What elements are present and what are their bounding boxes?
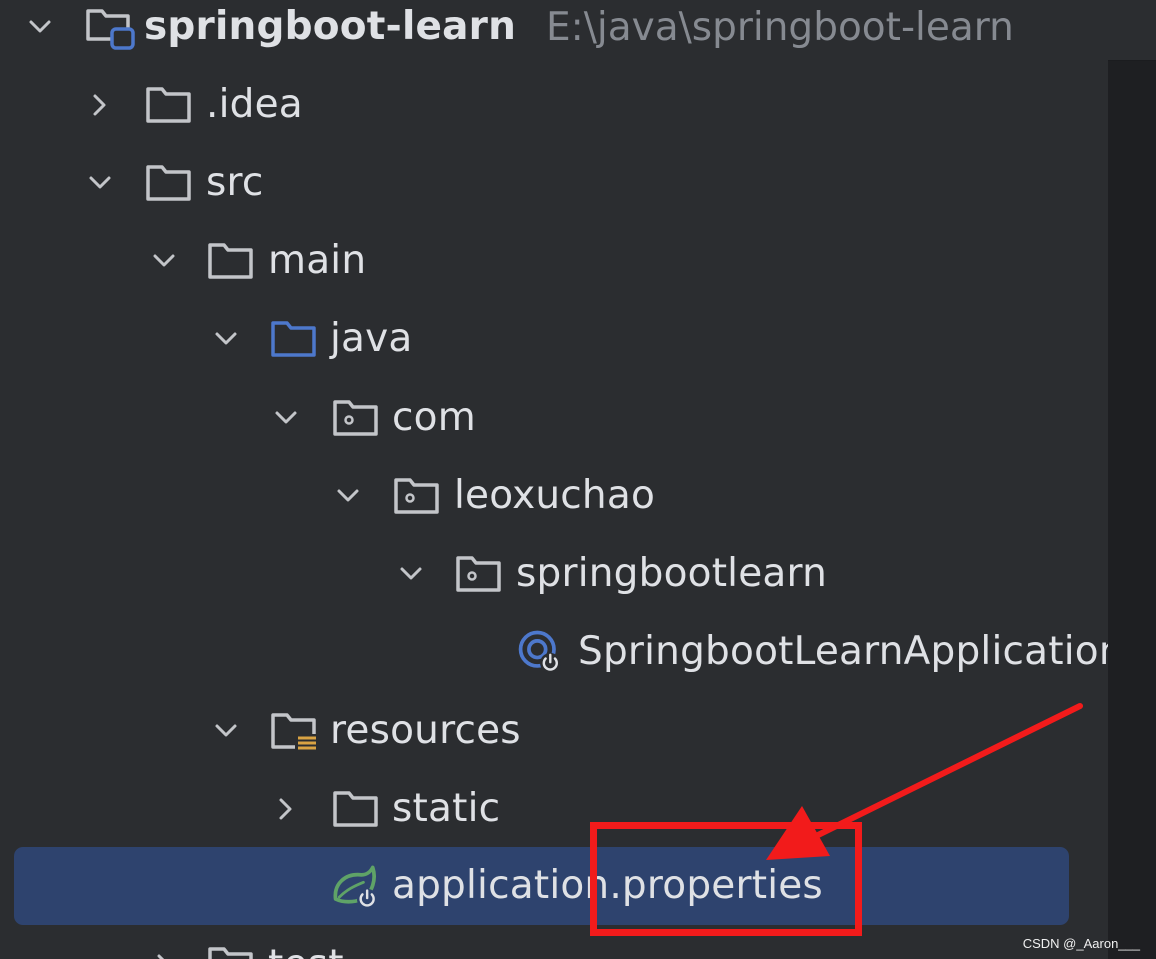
spring-boot-app-icon	[515, 613, 567, 691]
package-icon	[330, 379, 382, 457]
chevron-down-icon[interactable]	[146, 222, 182, 300]
package-icon	[391, 457, 443, 535]
folder-icon	[143, 66, 195, 144]
folder-icon	[143, 144, 195, 222]
resources-root-folder-icon	[268, 692, 320, 770]
package-icon	[453, 535, 505, 613]
editor-tab-strip	[1108, 0, 1156, 61]
project-tool-window: springboot-learn E:\java\springboot-lear…	[0, 0, 1156, 959]
source-root-folder-icon	[268, 300, 320, 378]
tree-node-project-root[interactable]: springboot-learn E:\java\springboot-lear…	[0, 0, 1108, 66]
chevron-down-icon[interactable]	[330, 457, 366, 535]
chevron-right-icon[interactable]	[146, 926, 182, 959]
folder-icon	[330, 770, 382, 848]
tree-label-springbootlearn: springbootlearn	[516, 551, 827, 596]
project-tree: springboot-learn E:\java\springboot-lear…	[0, 0, 1108, 959]
tree-node-main[interactable]: main	[0, 222, 1108, 300]
tree-label-com: com	[392, 395, 476, 440]
tree-node-static[interactable]: static	[0, 770, 1108, 848]
tree-label-java: java	[330, 316, 413, 361]
chevron-down-icon[interactable]	[208, 300, 244, 378]
tree-label-resources: resources	[330, 708, 521, 753]
tree-node-resources[interactable]: resources	[0, 692, 1108, 770]
tree-node-springbootlearn[interactable]: springbootlearn	[0, 535, 1108, 613]
chevron-right-icon[interactable]	[268, 770, 304, 848]
tree-node-application-properties[interactable]: application.properties	[0, 847, 1108, 925]
chevron-down-icon[interactable]	[208, 692, 244, 770]
tree-node-src[interactable]: src	[0, 144, 1108, 222]
project-name: springboot-learn	[144, 4, 517, 49]
chevron-down-icon[interactable]	[82, 144, 118, 222]
chevron-down-icon[interactable]	[393, 535, 429, 613]
tree-label-static: static	[392, 786, 501, 831]
tree-label-leoxuchao: leoxuchao	[454, 473, 656, 518]
watermark-text: CSDN @_Aaron___	[1022, 936, 1140, 951]
spring-properties-icon	[330, 847, 382, 925]
tree-label-src: src	[206, 160, 264, 205]
tree-node-test[interactable]: test	[0, 926, 1108, 959]
tree-node-com[interactable]: com	[0, 379, 1108, 457]
chevron-down-icon[interactable]	[22, 0, 58, 66]
tree-label-idea: .idea	[206, 82, 303, 127]
tree-node-application-class[interactable]: SpringbootLearnApplication	[0, 613, 1108, 691]
module-folder-icon	[84, 0, 136, 66]
tree-node-leoxuchao[interactable]: leoxuchao	[0, 457, 1108, 535]
editor-area	[1108, 0, 1156, 959]
tree-node-idea[interactable]: .idea	[0, 66, 1108, 144]
project-path: E:\java\springboot-learn	[546, 5, 1014, 50]
tree-label-main: main	[268, 238, 367, 283]
tree-label-application-class: SpringbootLearnApplication	[578, 629, 1108, 674]
tree-node-java[interactable]: java	[0, 300, 1108, 378]
highlight-box-annotation	[590, 822, 862, 936]
tree-label-test: test	[268, 926, 344, 959]
folder-icon	[205, 222, 257, 300]
folder-icon	[205, 926, 257, 959]
chevron-right-icon[interactable]	[82, 66, 118, 144]
chevron-down-icon[interactable]	[268, 379, 304, 457]
